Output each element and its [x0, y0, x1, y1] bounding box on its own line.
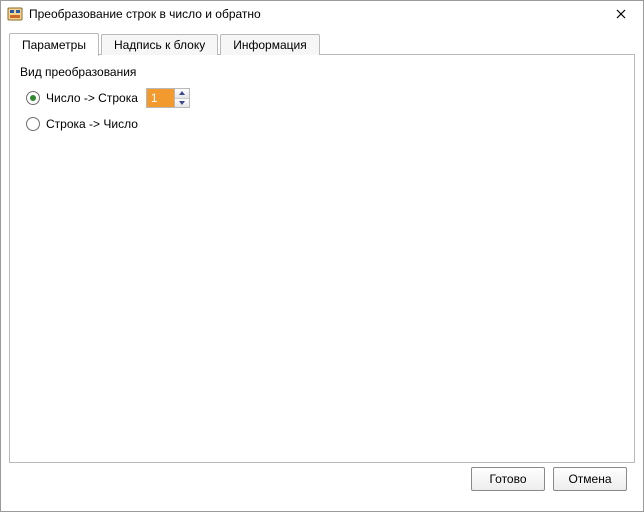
ok-button[interactable]: Готово: [471, 467, 545, 491]
cancel-button-label: Отмена: [568, 472, 611, 486]
tab-panel-parameters: Вид преобразования Число -> Строка 1: [9, 55, 635, 463]
option-num-to-str-row: Число -> Строка 1: [26, 87, 624, 109]
client-area: Параметры Надпись к блоку Информация Вид…: [1, 27, 643, 511]
precision-spin-buttons: [174, 88, 190, 108]
precision-spin-down[interactable]: [175, 98, 189, 108]
tabstrip: Параметры Надпись к блоку Информация: [9, 31, 635, 55]
precision-spin-up[interactable]: [175, 89, 189, 98]
option-num-to-str[interactable]: Число -> Строка: [26, 91, 138, 105]
app-icon: [7, 6, 23, 22]
tab-parameters[interactable]: Параметры: [9, 33, 99, 56]
option-num-to-str-label: Число -> Строка: [46, 91, 138, 105]
radio-icon: [26, 91, 40, 105]
tab-caption[interactable]: Надпись к блоку: [101, 34, 218, 55]
dialog-window: Преобразование строк в число и обратно П…: [0, 0, 644, 512]
tab-parameters-label: Параметры: [22, 38, 86, 52]
close-button[interactable]: [599, 1, 643, 27]
tab-caption-label: Надпись к блоку: [114, 38, 205, 52]
window-title: Преобразование строк в число и обратно: [29, 7, 599, 21]
dialog-footer: Готово Отмена: [9, 463, 635, 503]
tab-info[interactable]: Информация: [220, 34, 319, 55]
radio-icon: [26, 117, 40, 131]
section-label: Вид преобразования: [20, 65, 624, 79]
chevron-down-icon: [179, 101, 185, 105]
ok-button-label: Готово: [489, 472, 526, 486]
precision-value[interactable]: 1: [146, 88, 174, 108]
option-str-to-num-label: Строка -> Число: [46, 117, 138, 131]
cancel-button[interactable]: Отмена: [553, 467, 627, 491]
chevron-up-icon: [179, 91, 185, 95]
precision-spinner: 1: [146, 88, 190, 108]
option-str-to-num-row: Строка -> Число: [26, 113, 624, 135]
titlebar: Преобразование строк в число и обратно: [1, 1, 643, 27]
option-str-to-num[interactable]: Строка -> Число: [26, 117, 138, 131]
close-icon: [616, 9, 626, 19]
tab-info-label: Информация: [233, 38, 306, 52]
